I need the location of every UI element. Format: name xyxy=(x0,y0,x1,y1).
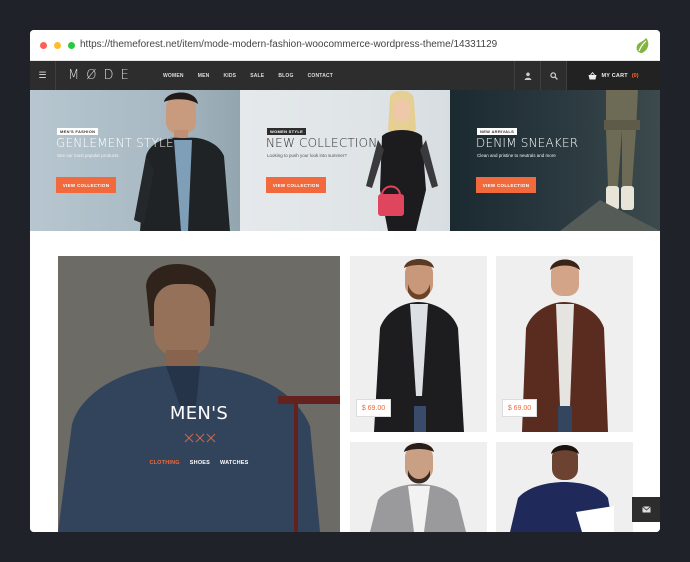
banner-title: GENLEMENT STYLE xyxy=(56,136,174,150)
nav-link-contact[interactable]: CONTACT xyxy=(308,73,333,79)
banner-subtitle: See our most popular products xyxy=(57,153,119,158)
view-collection-button[interactable]: VIEW COLLECTION xyxy=(266,177,326,193)
banner-women-style: WOMEN STYLE NEW COLLECTION Looking to pu… xyxy=(240,90,450,231)
cart-count: (0) xyxy=(631,72,639,79)
nav-link-kids[interactable]: KIDS xyxy=(223,73,236,79)
cart-label: MY CART xyxy=(601,72,628,79)
maximize-window-button[interactable] xyxy=(68,42,75,49)
mail-icon[interactable] xyxy=(632,497,660,522)
basket-icon xyxy=(588,71,597,79)
user-icon[interactable] xyxy=(514,61,540,90)
banner-mens-fashion: MEN'S FASHION GENLEMENT STYLE See our mo… xyxy=(30,90,240,231)
browser-window: https://themeforest.net/item/mode-modern… xyxy=(30,30,660,532)
ornament-divider-icon xyxy=(184,433,216,443)
address-bar-url[interactable]: https://themeforest.net/item/mode-modern… xyxy=(80,39,497,50)
product-image xyxy=(510,445,614,532)
minimize-window-button[interactable] xyxy=(54,42,61,49)
main-nav: WOMEN MEN KIDS SALE BLOG CONTACT xyxy=(163,61,347,90)
banner-subtitle: Looking to push your look into summer? xyxy=(267,153,347,158)
close-window-button[interactable] xyxy=(40,42,47,49)
category-card-men[interactable]: MEN'S CLOTHING SHOES WATCHES xyxy=(58,256,340,532)
category-model-image xyxy=(58,256,340,532)
category-title: MEN'S xyxy=(169,403,229,424)
category-links: CLOTHING SHOES WATCHES xyxy=(58,460,340,466)
nav-link-women[interactable]: WOMEN xyxy=(163,73,184,79)
hamburger-menu-icon[interactable]: ☰ xyxy=(30,61,56,90)
category-link-clothing[interactable]: CLOTHING xyxy=(149,460,179,466)
product-card[interactable]: $ 69.00 xyxy=(350,256,487,432)
banner-model-image xyxy=(134,92,230,231)
banner-denim-sneaker: NEW ARRIVALS DENIM SNEAKER Clean and pri… xyxy=(450,90,660,231)
nav-link-blog[interactable]: BLOG xyxy=(278,73,293,79)
banner-subtitle: Clean and pristine to neutrals and more xyxy=(477,153,556,158)
product-price: $ 69.00 xyxy=(356,399,391,417)
banner-tag: MEN'S FASHION xyxy=(57,128,99,135)
product-image xyxy=(370,443,466,532)
site-navbar: ☰ MØDE WOMEN MEN KIDS SALE BLOG CONTACT … xyxy=(30,61,660,90)
site-logo[interactable]: MØDE xyxy=(68,68,136,83)
view-collection-button[interactable]: VIEW COLLECTION xyxy=(56,177,116,193)
product-card[interactable] xyxy=(350,442,487,532)
envato-leaf-icon xyxy=(636,38,649,53)
product-card[interactable]: $ 69.00 xyxy=(496,256,633,432)
banner-model-image xyxy=(366,90,438,231)
category-link-watches[interactable]: WATCHES xyxy=(220,460,249,466)
banner-model-image xyxy=(560,90,660,231)
category-link-shoes[interactable]: SHOES xyxy=(190,460,210,466)
nav-link-men[interactable]: MEN xyxy=(198,73,210,79)
product-price: $ 69.00 xyxy=(502,399,537,417)
nav-link-sale[interactable]: SALE xyxy=(250,73,264,79)
view-collection-button[interactable]: VIEW COLLECTION xyxy=(476,177,536,193)
banner-tag: WOMEN STYLE xyxy=(267,128,307,135)
main-content: MEN'S CLOTHING SHOES WATCHES $ 69.00 $ 6… xyxy=(30,231,660,532)
banner-tag: NEW ARRIVALS xyxy=(477,128,518,135)
banner-title: DENIM SNEAKER xyxy=(476,136,579,150)
cart-button[interactable]: MY CART (0) xyxy=(566,61,660,90)
product-card[interactable] xyxy=(496,442,633,532)
banner-title: NEW COLLECTION xyxy=(266,136,378,150)
browser-titlebar: https://themeforest.net/item/mode-modern… xyxy=(30,30,660,61)
search-icon[interactable] xyxy=(540,61,566,90)
